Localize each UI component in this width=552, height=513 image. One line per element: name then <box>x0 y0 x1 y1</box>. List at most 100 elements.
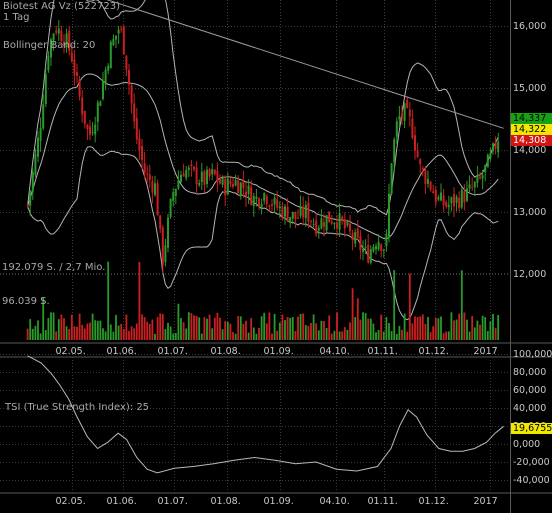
candle-body <box>169 199 172 218</box>
volume-bar <box>29 319 32 340</box>
volume-bar <box>232 332 234 340</box>
candle-body <box>229 181 232 184</box>
volume-bar <box>159 313 162 340</box>
candle-body <box>299 205 302 216</box>
candle-body <box>115 35 117 40</box>
candle-body <box>359 236 362 251</box>
volume-bar <box>281 314 284 340</box>
candle-body <box>34 154 37 175</box>
candle-body <box>190 164 193 167</box>
candle-body <box>403 103 406 121</box>
price-tag-high: 14,337 <box>511 113 552 124</box>
price-tag-last: 14,322 <box>511 124 552 135</box>
candle-body <box>486 154 489 168</box>
candle-body <box>273 197 276 205</box>
candle-body <box>388 193 390 237</box>
chart-title: Biotest AG Vz (522723) <box>3 1 120 12</box>
y-tick-label: 16,000 <box>513 20 547 32</box>
candle-body <box>250 186 253 206</box>
volume-bar <box>333 330 336 340</box>
candle-body <box>476 175 479 183</box>
volume-bar <box>492 313 494 340</box>
candle-body <box>83 110 86 125</box>
volume-bar <box>369 318 372 340</box>
candle-body <box>237 180 240 194</box>
x-tick-label: 2017 <box>473 496 498 507</box>
candle-body <box>414 135 416 151</box>
candle-body <box>151 181 154 193</box>
candle-body <box>138 138 141 150</box>
volume-bar <box>258 328 260 340</box>
candle-body <box>408 109 411 117</box>
volume-bar <box>115 314 117 340</box>
tsi-line <box>27 355 504 474</box>
candle-body <box>312 223 315 225</box>
candle-body <box>91 132 94 133</box>
volume-bar <box>424 324 427 340</box>
candle-body <box>117 29 120 34</box>
tsi-label: TSI (True Strength Index): 25 <box>5 402 150 413</box>
candle-body <box>26 205 29 207</box>
candle-body <box>304 204 307 219</box>
candle-body <box>450 197 453 204</box>
volume-bar <box>458 313 461 340</box>
candle-body <box>86 124 89 130</box>
candle-body <box>203 171 206 185</box>
candle-body <box>252 196 255 206</box>
volume-bar <box>65 326 68 340</box>
candle-body <box>268 205 271 207</box>
volume-bar <box>219 317 221 340</box>
candle-body <box>380 244 383 251</box>
candle-body <box>133 103 136 122</box>
candle-body <box>333 223 336 225</box>
candle-body <box>161 227 164 266</box>
candle-body <box>81 97 84 115</box>
chart-root: Biotest AG Vz (522723) 1 Tag Bollinger B… <box>0 0 552 513</box>
candle-body <box>297 217 299 219</box>
volume-bar <box>164 329 167 340</box>
volume-bar <box>242 323 245 340</box>
volume-bar <box>343 327 346 340</box>
volume-bar <box>237 316 240 340</box>
candle-body <box>294 211 297 220</box>
volume-bar <box>99 320 102 340</box>
candle-body <box>198 182 201 186</box>
volume-bar <box>341 331 344 340</box>
x-tick-label: 02.05. <box>55 346 86 357</box>
candle-body <box>102 81 104 99</box>
candle-body <box>135 117 138 140</box>
y-tick-label: 13,000 <box>513 206 547 218</box>
volume-bar <box>356 298 359 340</box>
volume-bar <box>78 313 81 340</box>
volume-bar <box>411 323 414 340</box>
candle-body <box>148 174 151 181</box>
candle-body <box>479 176 481 178</box>
volume-bar <box>432 326 435 340</box>
candle-body <box>37 137 39 157</box>
candle-body <box>245 191 247 196</box>
candle-body <box>390 163 393 194</box>
volume-bar <box>55 331 58 340</box>
y-tick-label: 0,000 <box>513 438 541 450</box>
volume-bar <box>437 318 440 340</box>
volume-bar <box>133 328 136 340</box>
candle-body <box>180 175 182 183</box>
candle-body <box>39 127 42 141</box>
x-tick-label: 01.07. <box>157 496 188 507</box>
candle-body <box>310 220 312 222</box>
volume-bar <box>403 313 406 340</box>
volume-bar <box>50 312 52 340</box>
candle-body <box>221 178 224 185</box>
candle-body <box>94 124 97 135</box>
volume-bar <box>442 333 445 340</box>
volume-bar <box>359 319 362 340</box>
volume-bar <box>323 321 325 340</box>
candle-body <box>172 192 175 201</box>
volume-bar <box>419 316 422 340</box>
candle-body <box>421 168 424 170</box>
candle-body <box>354 232 357 244</box>
volume-bar <box>138 261 141 340</box>
candle-body <box>432 191 435 194</box>
candle-body <box>323 222 325 227</box>
volume-bar <box>221 329 224 340</box>
